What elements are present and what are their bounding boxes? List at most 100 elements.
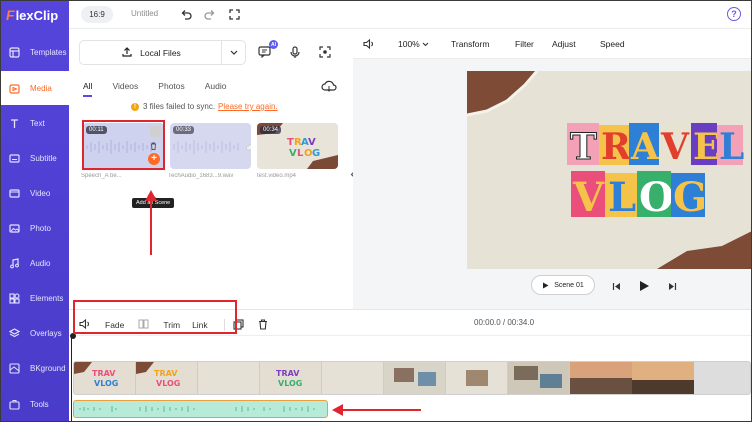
duration-badge: 00:34 bbox=[260, 126, 282, 134]
playhead[interactable] bbox=[70, 333, 76, 421]
play-icon[interactable] bbox=[638, 280, 650, 292]
svg-text:L: L bbox=[719, 126, 744, 168]
media-item-techaudio[interactable]: 00:33 bbox=[170, 123, 251, 169]
timeline-ruler bbox=[69, 335, 751, 361]
annotation-arrow-up bbox=[145, 190, 157, 255]
svg-text:TRAV: TRAV bbox=[276, 369, 300, 378]
svg-text:R: R bbox=[601, 126, 632, 168]
track-frame bbox=[570, 362, 632, 394]
svg-text:L: L bbox=[608, 174, 636, 221]
screen-record-button[interactable] bbox=[316, 43, 334, 61]
svg-text:VLOG: VLOG bbox=[156, 379, 180, 388]
svg-text:T: T bbox=[570, 126, 597, 168]
svg-text:G: G bbox=[673, 174, 707, 221]
track-frame bbox=[508, 362, 570, 394]
sync-warning: ! 3 files failed to sync. Please try aga… bbox=[131, 102, 278, 111]
svg-text:V: V bbox=[660, 126, 690, 168]
previous-icon[interactable] bbox=[610, 280, 622, 292]
zoom-select[interactable]: 100% bbox=[398, 39, 429, 49]
track-frame: TRAV VLOG bbox=[136, 362, 198, 394]
preview-toolbar: 100% Transform Filter Adjust Speed bbox=[353, 29, 751, 59]
chevron-down-icon bbox=[422, 42, 429, 47]
sidebar-item-background[interactable]: BKground bbox=[1, 351, 69, 385]
media-item-video[interactable]: TRAV VLOG 00:34 bbox=[257, 123, 338, 169]
sidebar-item-elements[interactable]: Elements bbox=[1, 281, 69, 315]
local-files-dropdown[interactable] bbox=[221, 40, 246, 65]
media-caption: Speech_A be... bbox=[81, 173, 122, 179]
transform-button[interactable]: Transform bbox=[451, 39, 489, 49]
sidebar-item-photo[interactable]: Photo bbox=[1, 211, 69, 245]
scene-play-button[interactable]: Scene 01 bbox=[531, 275, 595, 295]
media-icon bbox=[8, 82, 20, 94]
annotation-highlight-box bbox=[73, 300, 237, 334]
chevron-down-icon bbox=[230, 50, 238, 55]
sidebar-item-audio[interactable]: Audio bbox=[1, 246, 69, 280]
svg-text:L: L bbox=[297, 148, 304, 159]
sidebar-item-overlays[interactable]: Overlays bbox=[1, 316, 69, 350]
volume-icon[interactable] bbox=[363, 38, 375, 51]
annotation-arrow-left bbox=[332, 404, 421, 416]
track-frame bbox=[384, 362, 446, 394]
photo-icon bbox=[8, 222, 20, 234]
svg-text:TRAV: TRAV bbox=[154, 369, 178, 378]
tab-audio[interactable]: Audio bbox=[205, 81, 227, 97]
sidebar-item-subtitle[interactable]: Subtitle bbox=[1, 141, 69, 175]
svg-text:V: V bbox=[572, 174, 605, 221]
next-icon[interactable] bbox=[666, 280, 678, 292]
redo-icon[interactable] bbox=[203, 8, 216, 21]
track-frame bbox=[322, 362, 384, 394]
fullscreen-icon[interactable] bbox=[228, 8, 241, 21]
speed-button[interactable]: Speed bbox=[600, 39, 625, 49]
app-logo: FlexClip bbox=[6, 7, 59, 23]
tab-photos[interactable]: Photos bbox=[158, 81, 184, 97]
track-frame: TRAV VLOG bbox=[260, 362, 322, 394]
media-tabs: All Videos Photos Audio bbox=[83, 81, 247, 97]
adjust-button[interactable]: Adjust bbox=[552, 39, 576, 49]
chat-icon bbox=[257, 46, 271, 58]
aspect-ratio-button[interactable]: 16:9 bbox=[81, 6, 113, 23]
audio-track[interactable] bbox=[73, 400, 328, 418]
audio-icon bbox=[8, 257, 20, 269]
retry-sync-link[interactable]: Please try again. bbox=[218, 102, 278, 111]
timecode: 00:00.0 / 00:34.0 bbox=[474, 318, 535, 327]
top-bar: 16:9 Untitled ? bbox=[69, 1, 751, 29]
svg-text:A: A bbox=[630, 126, 660, 168]
sidebar-item-media[interactable]: Media bbox=[1, 71, 69, 105]
audio-waveform bbox=[79, 406, 315, 412]
sidebar-item-tools[interactable]: Tools bbox=[1, 387, 69, 421]
tab-videos[interactable]: Videos bbox=[112, 81, 138, 97]
svg-text:T: T bbox=[287, 137, 294, 148]
duration-badge: 00:33 bbox=[173, 126, 195, 134]
project-title[interactable]: Untitled bbox=[131, 9, 158, 18]
cloud-sync-icon[interactable] bbox=[321, 80, 337, 94]
capture-icon bbox=[319, 46, 331, 58]
upload-icon bbox=[122, 46, 132, 59]
tools-icon bbox=[8, 398, 20, 410]
tab-all[interactable]: All bbox=[83, 81, 93, 97]
svg-text:O: O bbox=[639, 174, 674, 221]
ai-badge: AI bbox=[269, 40, 278, 49]
filter-button[interactable]: Filter bbox=[515, 39, 534, 49]
warning-icon: ! bbox=[131, 102, 139, 111]
track-frame bbox=[198, 362, 260, 394]
microphone-icon bbox=[290, 45, 300, 58]
sidebar: FlexClip Templates Media Text Subtitle V… bbox=[1, 1, 69, 421]
help-icon[interactable]: ? bbox=[727, 7, 741, 21]
svg-text:E: E bbox=[693, 126, 720, 168]
subtitle-icon bbox=[8, 152, 20, 164]
sidebar-item-templates[interactable]: Templates bbox=[1, 35, 69, 69]
record-audio-button[interactable] bbox=[286, 43, 304, 61]
video-track[interactable]: TRAV VLOG TRAV VLOG TRAV VLOG bbox=[73, 361, 751, 395]
svg-text:VLOG: VLOG bbox=[278, 379, 302, 388]
media-caption: test.video.mp4 bbox=[257, 173, 297, 179]
templates-icon bbox=[8, 46, 20, 58]
sidebar-item-video[interactable]: Video bbox=[1, 176, 69, 210]
sidebar-item-text[interactable]: Text bbox=[1, 106, 69, 140]
delete-icon[interactable] bbox=[258, 318, 268, 332]
track-frame bbox=[632, 362, 694, 394]
video-canvas[interactable]: T R A V E L V L O G bbox=[467, 71, 751, 269]
svg-text:V: V bbox=[308, 137, 316, 148]
overlays-icon bbox=[8, 327, 20, 339]
elements-icon bbox=[8, 292, 20, 304]
undo-icon[interactable] bbox=[179, 8, 192, 21]
